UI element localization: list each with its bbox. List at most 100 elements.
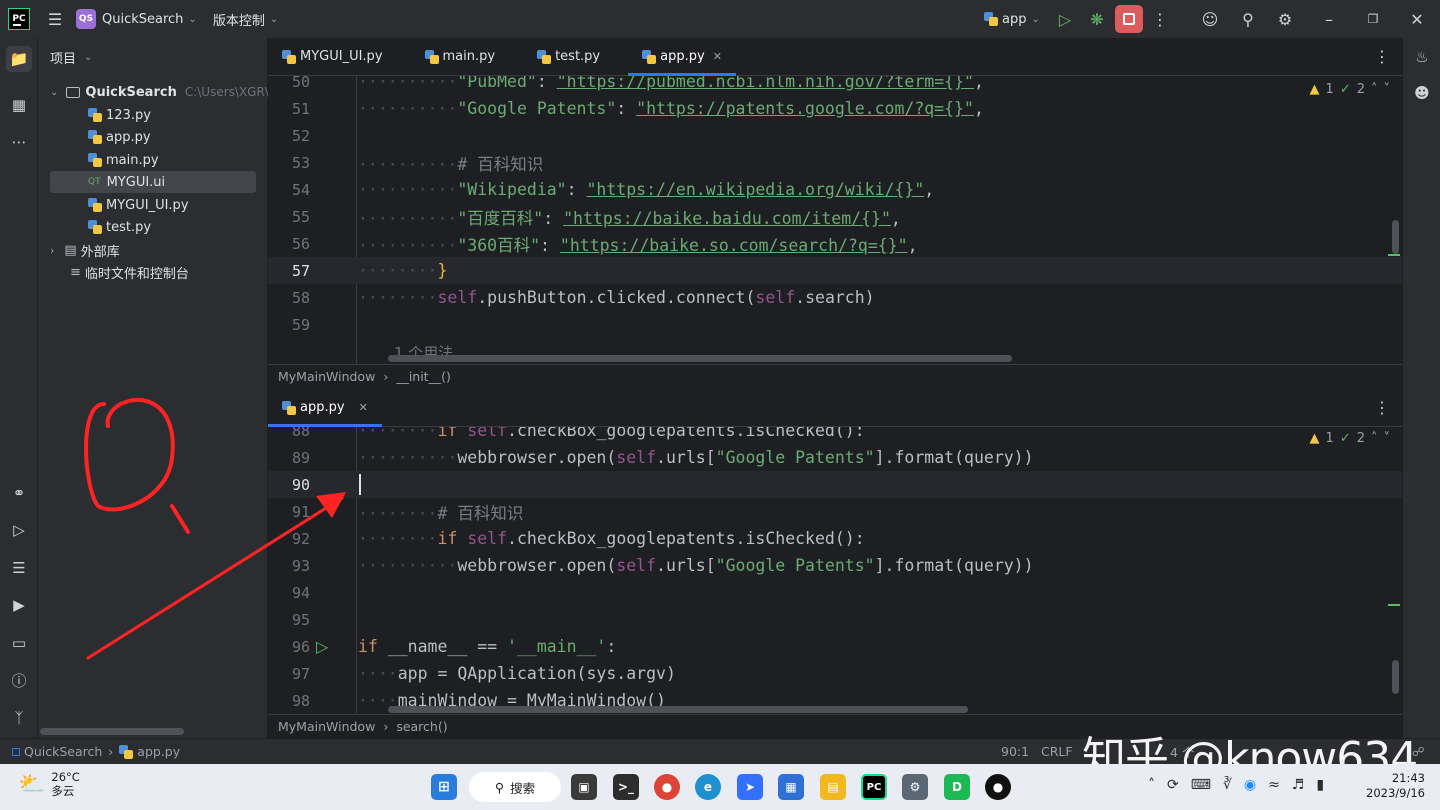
line-separator[interactable]: CRLF [1041,744,1073,759]
taskbar-search[interactable]: ⚲ 搜索 [469,772,561,802]
project-panel-scrollbar[interactable] [40,728,184,735]
feishu-icon[interactable]: ➤ [737,774,763,800]
pycharm-logo[interactable]: PC [8,8,30,30]
project-switcher[interactable]: QS QuickSearch ⌄ [76,0,197,38]
top-editor-hscroll[interactable] [388,355,1012,362]
chevron-right-icon: › [50,243,55,257]
tab-options-icon[interactable]: ⋮ [1374,47,1390,66]
app-dark-icon[interactable]: ● [985,774,1011,800]
tree-scratches[interactable]: ≡ 临时文件和控制台 [70,261,189,283]
editor-tab[interactable]: test.py [523,38,614,76]
edge-icon[interactable]: e [695,774,721,800]
vcs-menu[interactable]: 版本控制 ⌄ [213,0,278,38]
tab-options-icon[interactable]: ⋮ [1374,398,1390,417]
services-icon[interactable]: ▶ [8,594,30,616]
notifications-bell-icon[interactable]: ♨ [1411,46,1433,68]
bottom-editor-vscroll[interactable] [1392,660,1399,694]
top-breadcrumb: MyMainWindow › __init__() [268,364,1402,388]
python-file-icon [88,153,102,167]
editor-tab[interactable]: main.py [411,38,510,76]
bottom-editor-hscroll[interactable] [388,706,968,713]
stop-icon [1123,13,1135,25]
problems-icon[interactable]: ⓘ [8,669,30,691]
close-tab-icon[interactable]: ✕ [713,50,722,63]
weather-widget[interactable]: ⛅ 26°C 多云 [18,770,80,798]
input-icon: ∛ [1222,777,1232,793]
pycharm-taskbar-icon[interactable]: PC [861,774,887,800]
top-editor[interactable]: ▲ 1 ✓ 2 ˄ ˅ 50 ··········"PubMed": "https://… [268,76,1402,364]
ai-assistant-icon[interactable]: ☻ [1411,82,1433,104]
run-config-selector[interactable]: app ⌄ [984,0,1040,38]
tree-external-libs[interactable]: › ▤ 外部库 [50,239,120,261]
more-tools-icon[interactable]: ⋯ [8,131,30,153]
settings-gear-icon[interactable]: ⚙ [1270,4,1300,34]
run-tool-icon[interactable]: ▷ [8,519,30,541]
left-tool-strip: 📁 ▦ ⋯ ⚭ ▷ ☰ ▶ ▭ ⓘ ᛉ [0,38,38,738]
close-tab-icon[interactable]: ✕ [359,401,368,414]
bottom-editor[interactable]: ▲ 1 ✓ 2 ˄ ˅ 88 ········if self.checkBox_goog… [268,427,1402,714]
file-name: MYGUI_UI.py [106,197,189,213]
search-icon[interactable]: ⚲ [1233,4,1263,34]
time: 21:43 [1391,771,1425,785]
breadcrumb-method[interactable]: __init__() [396,369,451,384]
chevron-down-icon: ⌄ [1031,13,1040,25]
tree-file-item-selected[interactable]: QT MYGUI.ui [50,171,256,193]
close-window-icon[interactable]: ✕ [1402,4,1432,34]
python-file-icon [88,130,102,144]
chevron-down-icon: ⌄ [50,86,59,98]
top-editor-vscroll[interactable] [1392,220,1399,254]
restore-icon[interactable]: ❐ [1358,4,1388,34]
editor-tab-active[interactable]: app.py ✕ [268,389,382,427]
add-user-icon[interactable]: ☺ [1195,4,1225,34]
layers-icon[interactable]: ☰ [8,557,30,579]
chrome-icon[interactable]: ● [654,774,680,800]
search-label: 搜索 [510,780,536,796]
tray-icons[interactable]: ˄ ⟳ ⌨ ∛ ◉ ≈ ♬ ▮ [1148,777,1324,793]
editor-tab[interactable]: MYGUI_UI.py [268,38,397,76]
more-actions-icon[interactable]: ⋮ [1145,4,1175,34]
tab-label: MYGUI_UI.py [300,49,383,64]
sync-icon: ⟳ [1167,777,1179,793]
run-config-label: app [1002,11,1027,27]
tree-root-folder[interactable]: ⌄ QuickSearch C:\Users\XGR\D [50,81,279,103]
status-project[interactable]: QuickSearch [24,744,102,759]
project-tool-icon[interactable]: 📁 [6,46,32,72]
search-icon: ⚲ [494,779,505,795]
clock[interactable]: 21:43 2023/9/16 [1366,771,1425,801]
file-explorer-icon[interactable]: ▤ [820,774,846,800]
breadcrumb-class[interactable]: MyMainWindow [278,719,375,734]
chevron-right-icon: › [383,719,389,734]
code-line: 91 ········# 百科知识 [268,498,1402,525]
weather-desc: 多云 [51,784,75,798]
chevron-down-icon: ⌄ [188,13,197,25]
tree-file-item[interactable]: 123.py [88,104,151,126]
git-icon[interactable]: ᛉ [8,707,30,729]
project-panel-header[interactable]: 项目 ⌄ [50,48,92,67]
structure-tool-icon[interactable]: ▦ [8,94,30,116]
status-file[interactable]: app.py [137,744,180,759]
stop-button[interactable] [1115,5,1143,33]
code-line: 92 ········if self.checkBox_googlepatents… [268,525,1402,552]
python-packages-icon[interactable]: ⚭ [8,482,30,504]
store-icon[interactable]: ▦ [778,774,804,800]
main-menu-icon[interactable]: ☰ [40,4,70,34]
breadcrumb-class[interactable]: MyMainWindow [278,369,375,384]
scratches-icon: ≡ [70,264,81,280]
editor-tab-active[interactable]: app.py ✕ [628,38,736,76]
tree-file-item[interactable]: app.py [88,126,151,148]
tree-file-item[interactable]: main.py [88,149,159,171]
file-name: main.py [106,152,159,168]
terminal-icon[interactable]: ▭ [8,632,30,654]
tree-file-item[interactable]: MYGUI_UI.py [88,194,189,216]
tree-file-item[interactable]: test.py [88,216,151,238]
settings-app-icon[interactable]: ⚙ [902,774,928,800]
run-icon[interactable]: ▷ [1050,4,1080,34]
terminal-app-icon[interactable]: >_ [613,774,639,800]
windows-start-icon[interactable]: ⊞ [431,774,457,800]
dataspell-icon[interactable]: D [944,774,970,800]
task-view-icon[interactable]: ▣ [571,774,597,800]
breadcrumb-method[interactable]: search() [396,719,447,734]
caret-position[interactable]: 90:1 [1001,744,1029,759]
debug-icon[interactable]: ❋ [1082,4,1112,34]
minimize-icon[interactable]: – [1314,4,1344,34]
